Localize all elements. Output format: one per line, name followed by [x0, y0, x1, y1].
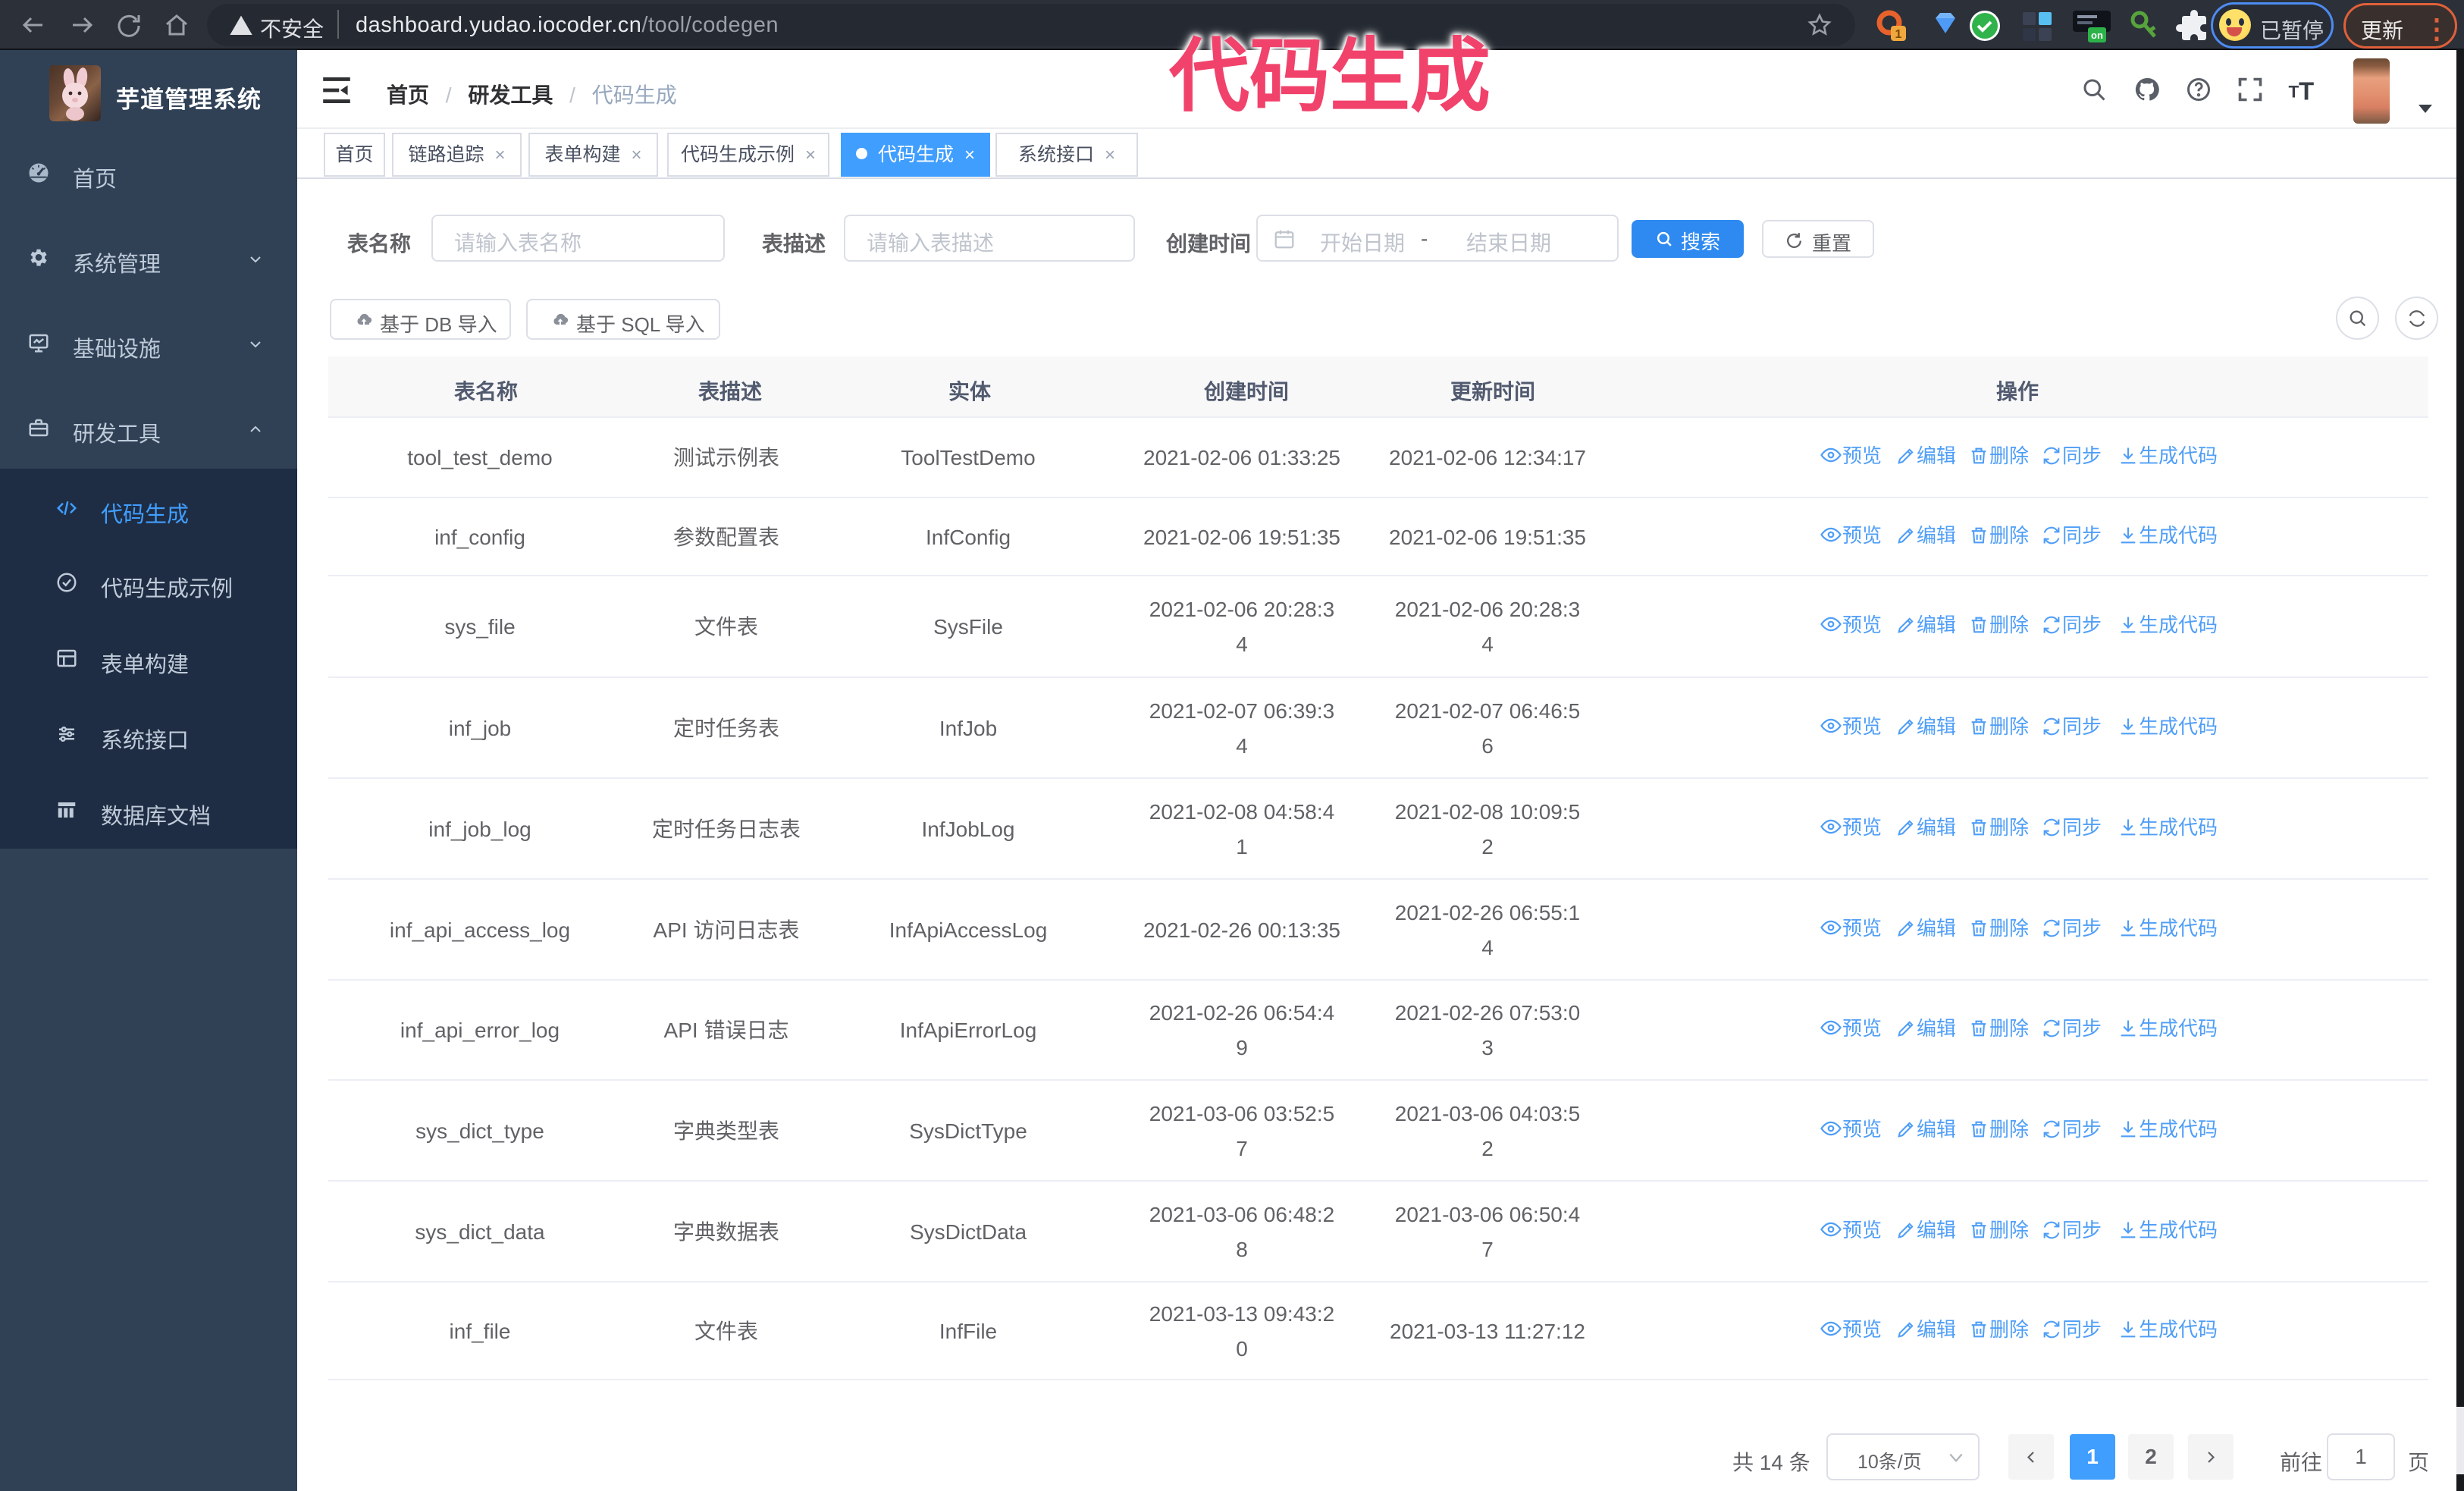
svg-text:1: 1	[1895, 28, 1902, 41]
svg-text:T: T	[2289, 83, 2299, 102]
svg-text:on: on	[2091, 30, 2103, 41]
svg-text:T: T	[2299, 77, 2314, 104]
